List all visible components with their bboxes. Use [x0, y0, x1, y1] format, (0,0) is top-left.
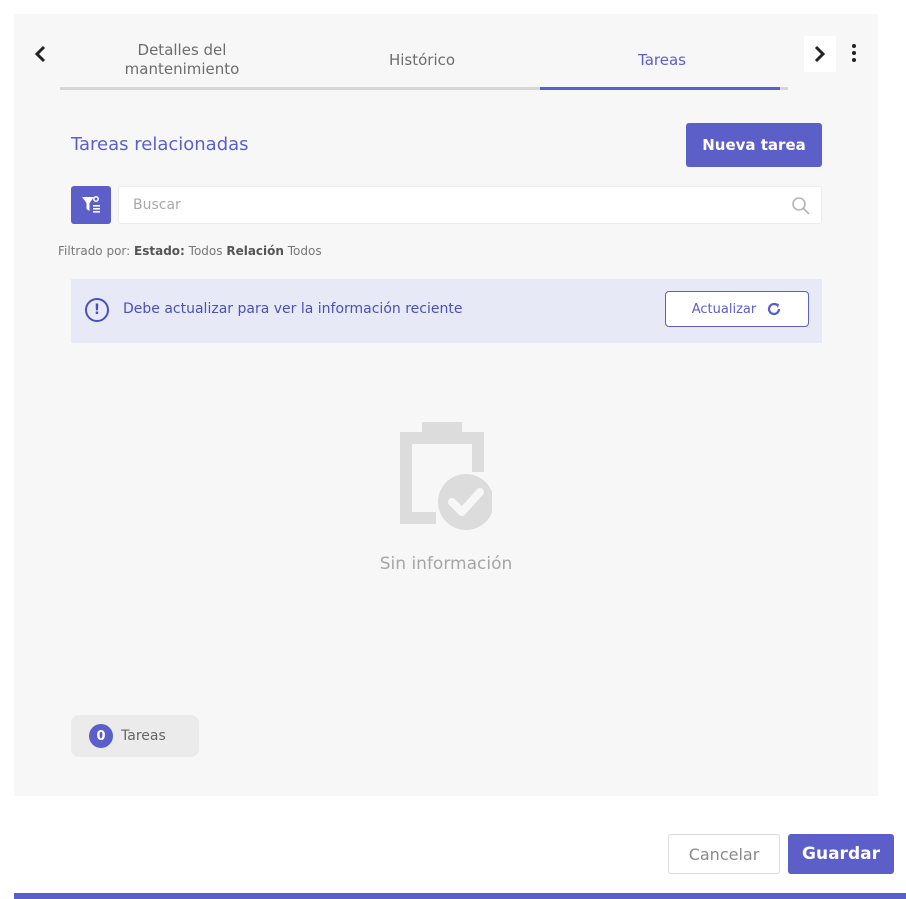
task-count-badge: 0	[89, 724, 113, 748]
tab-bar: Detalles del mantenimiento Histórico Tar…	[14, 14, 878, 94]
chevron-right-icon[interactable]	[804, 36, 836, 72]
tab-historico-label: Histórico	[388, 50, 456, 69]
task-count-chip: 0 Tareas	[71, 715, 199, 757]
alert-message: Debe actualizar para ver la información …	[123, 301, 463, 317]
tab-detalles-label: Detalles del mantenimiento	[124, 41, 240, 78]
filter-prefix: Filtrado por:	[58, 244, 131, 258]
search-box	[118, 186, 822, 224]
task-panel: Detalles del mantenimiento Histórico Tar…	[14, 14, 878, 796]
refresh-alert: ! Debe actualizar para ver la informació…	[71, 279, 822, 343]
section-title: Tareas relacionadas	[71, 134, 249, 155]
filter-relacion-label: Relación	[226, 244, 284, 258]
chevron-left-icon[interactable]	[26, 36, 54, 72]
bottom-accent-bar	[14, 893, 906, 899]
tab-detalles[interactable]: Detalles del mantenimiento	[60, 32, 304, 88]
active-tab-indicator	[540, 87, 780, 90]
refresh-button[interactable]: Actualizar	[665, 291, 809, 327]
refresh-button-label: Actualizar	[691, 301, 757, 317]
search-input[interactable]	[133, 187, 773, 223]
save-button[interactable]: Guardar	[788, 834, 894, 874]
clipboard-check-icon	[400, 422, 492, 530]
task-count-label: Tareas	[121, 728, 166, 744]
filter-summary: Filtrado por: Estado: Todos Relación Tod…	[58, 244, 322, 258]
tab-historico[interactable]: Histórico	[304, 32, 540, 88]
filter-estado-label: Estado:	[134, 244, 185, 258]
alert-circle-icon: !	[85, 298, 109, 322]
tab-tareas-label: Tareas	[638, 50, 686, 69]
filter-estado-value: Todos	[188, 244, 223, 258]
empty-state-text: Sin información	[379, 554, 513, 574]
filter-icon[interactable]	[71, 186, 111, 224]
search-icon[interactable]	[791, 196, 811, 216]
tab-tareas[interactable]: Tareas	[540, 32, 784, 88]
more-vertical-icon[interactable]	[844, 38, 864, 68]
refresh-icon	[768, 302, 781, 316]
filter-relacion-value: Todos	[287, 244, 322, 258]
new-task-button[interactable]: Nueva tarea	[686, 123, 822, 167]
cancel-button[interactable]: Cancelar	[668, 834, 780, 874]
